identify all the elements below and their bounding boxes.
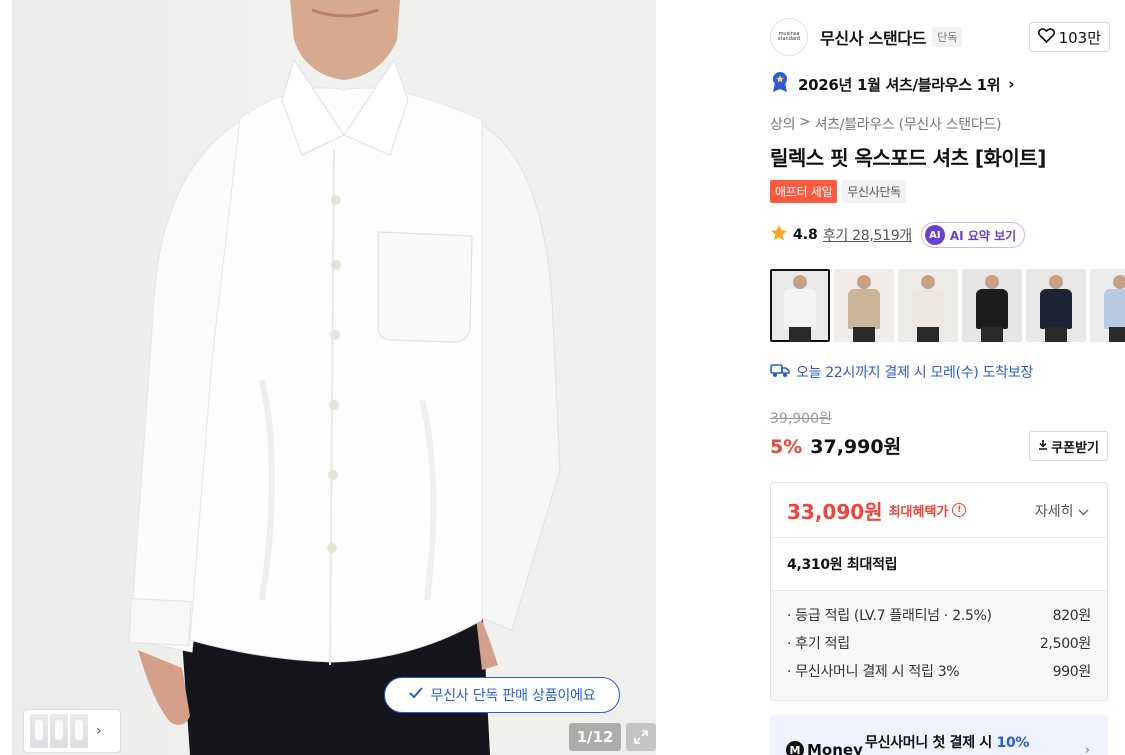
details-toggle[interactable]: 자세히 bbox=[1035, 501, 1089, 521]
like-count: 103만 bbox=[1058, 28, 1101, 47]
color-swatch-black[interactable] bbox=[962, 269, 1022, 342]
ranking-medal-icon bbox=[770, 71, 790, 97]
chevron-right-icon: › bbox=[1084, 743, 1090, 755]
color-swatches bbox=[770, 269, 1125, 342]
ai-summary-button[interactable]: AI AI 요약 보기 bbox=[920, 222, 1026, 248]
points-item: · 등급 적립 (LV.7 플래티넘 · 2.5%) 820원 bbox=[787, 601, 1091, 629]
delivery-text: 오늘 22시까지 결제 시 모레(수) 도착보장 bbox=[796, 365, 1033, 381]
points-item-label: · 무신사머니 결제 시 적립 3% bbox=[787, 664, 960, 680]
ai-icon: AI bbox=[924, 225, 945, 245]
points-item: · 무신사머니 결제 시 적립 3% 990원 bbox=[787, 657, 1091, 685]
color-swatch-ivory[interactable] bbox=[898, 269, 958, 342]
product-info-panel: musinsa standard 무신사 스탠다드 단독 103만 2026년 … bbox=[770, 0, 1125, 755]
chevron-right-icon[interactable]: › bbox=[96, 723, 102, 739]
sale-price: 37,990원 bbox=[810, 436, 902, 458]
product-tags: 애프터 세일 무신사단독 bbox=[770, 180, 906, 203]
ranking-link[interactable]: 2026년 1월 셔츠/블라우스 1위 › bbox=[770, 71, 1015, 97]
price-row: 5% 37,990원 bbox=[770, 432, 901, 459]
points-item-value: 820원 bbox=[1052, 608, 1092, 624]
color-swatch-beige[interactable] bbox=[834, 269, 894, 342]
breadcrumb-item[interactable]: 상의 bbox=[770, 114, 795, 134]
thumbnail-image[interactable] bbox=[70, 714, 88, 748]
brand-row: musinsa standard 무신사 스탠다드 단독 103만 bbox=[770, 18, 1110, 56]
heart-icon bbox=[1037, 27, 1055, 47]
thumbnail-image[interactable] bbox=[50, 714, 68, 748]
money-logo: M Money bbox=[786, 741, 863, 755]
product-title: 릴렉스 핏 옥스포드 셔츠 [화이트] bbox=[770, 146, 1046, 170]
rating-row: 4.8 후기 28,519개 AI AI 요약 보기 bbox=[770, 222, 1026, 248]
money-logo-text: Money bbox=[807, 741, 863, 755]
image-counter: 1/12 bbox=[569, 723, 621, 751]
money-banner-text: 무신사머니 첫 결제 시 10% bbox=[865, 735, 1030, 751]
money-logo-icon: M bbox=[786, 741, 804, 755]
download-icon bbox=[1038, 439, 1048, 454]
info-icon[interactable]: ! bbox=[952, 503, 967, 517]
coupon-button[interactable]: 쿠폰받기 bbox=[1029, 431, 1108, 461]
like-button[interactable]: 103만 bbox=[1028, 22, 1110, 52]
ranking-text: 2026년 1월 셔츠/블라우스 1위 bbox=[798, 75, 1001, 94]
points-item-value: 990원 bbox=[1052, 664, 1092, 680]
brand-logo[interactable]: musinsa standard bbox=[770, 18, 808, 56]
thumbnail-image[interactable] bbox=[30, 714, 48, 748]
chevron-right-icon: › bbox=[1008, 75, 1015, 93]
shirt-model-illustration bbox=[128, 0, 561, 755]
max-benefit-box: 33,090원 최대혜택가 ! 자세히 4,310원 최대적립 · 등급 적립 … bbox=[770, 482, 1108, 701]
coupon-label: 쿠폰받기 bbox=[1051, 440, 1099, 456]
points-breakdown: · 등급 적립 (LV.7 플래티넘 · 2.5%) 820원 · 후기 적립 … bbox=[771, 590, 1107, 700]
money-banner-highlight: 10% bbox=[996, 735, 1030, 751]
exclusive-notice-pill: 무신사 단독 판매 상품이에요 bbox=[384, 677, 620, 713]
color-swatch-navy[interactable] bbox=[1026, 269, 1086, 342]
color-swatch-white[interactable] bbox=[770, 269, 830, 342]
chevron-down-icon bbox=[1078, 504, 1089, 520]
review-count-link[interactable]: 후기 28,519개 bbox=[823, 225, 912, 245]
max-points-total: 4,310원 최대적립 bbox=[771, 537, 1107, 590]
expand-icon[interactable] bbox=[626, 723, 656, 751]
sale-tag: 애프터 세일 bbox=[770, 180, 838, 203]
checkmark-icon bbox=[408, 687, 423, 703]
musinsa-money-banner[interactable]: M Money 무신사머니 첫 결제 시 10% › bbox=[770, 715, 1108, 755]
delivery-guarantee[interactable]: 오늘 22시까지 결제 시 모레(수) 도착보장 bbox=[770, 362, 1033, 382]
points-item-label: · 등급 적립 (LV.7 플래티넘 · 2.5%) bbox=[787, 608, 992, 624]
product-image[interactable]: › 무신사 단독 판매 상품이에요 1/12 bbox=[12, 0, 656, 755]
max-benefit-label: 최대혜택가 bbox=[888, 504, 949, 520]
max-benefit-price: 33,090원 bbox=[787, 499, 883, 524]
rating-score: 4.8 bbox=[793, 227, 818, 243]
points-item: · 후기 적립 2,500원 bbox=[787, 629, 1091, 657]
discount-rate: 5% bbox=[770, 436, 803, 458]
ai-summary-label: AI 요약 보기 bbox=[949, 228, 1017, 243]
breadcrumb-item[interactable]: 셔츠/블라우스 (무신사 스탠다드) bbox=[815, 114, 1002, 134]
breadcrumb: 상의 > 셔츠/블라우스 (무신사 스탠다드) bbox=[770, 114, 1002, 134]
points-item-label: · 후기 적립 bbox=[787, 636, 850, 652]
exclusive-notice-text: 무신사 단독 판매 상품이에요 bbox=[430, 688, 596, 704]
star-icon bbox=[770, 224, 788, 246]
exclusive-tag: 무신사단독 bbox=[842, 180, 906, 203]
max-benefit-header[interactable]: 33,090원 최대혜택가 ! 자세히 bbox=[771, 483, 1107, 537]
color-swatch-light-blue[interactable] bbox=[1090, 269, 1125, 342]
truck-icon bbox=[770, 362, 790, 382]
details-label: 자세히 bbox=[1034, 504, 1074, 520]
original-price: 39,900원 bbox=[770, 411, 832, 427]
points-item-value: 2,500원 bbox=[1039, 636, 1091, 652]
brand-name[interactable]: 무신사 스탠다드 bbox=[820, 25, 927, 49]
brand-exclusive-badge: 단독 bbox=[932, 27, 963, 47]
image-thumbnail-strip[interactable]: › bbox=[24, 710, 120, 752]
breadcrumb-separator: > bbox=[799, 114, 811, 130]
